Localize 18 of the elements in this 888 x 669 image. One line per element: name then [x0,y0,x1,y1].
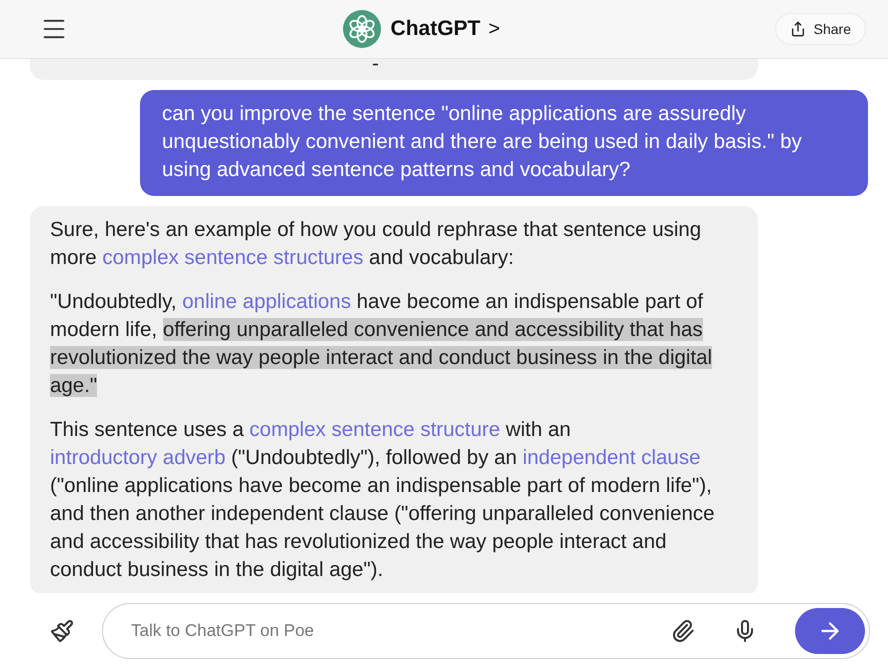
link[interactable]: online applications [182,290,351,313]
message-text: Sure, here's an example of how you could rephrase that sentence using more complex sentence structures and vocabulary: [50,217,702,271]
logo-icon [342,10,381,48]
send-button[interactable] [795,608,865,654]
broom-icon[interactable] [50,619,74,643]
paperclip-icon[interactable] [671,619,695,643]
link[interactable]: complex sentence structure [249,418,500,441]
link[interactable]: independent clause [522,446,700,469]
message-text: - [372,59,380,70]
share-icon [790,21,806,37]
message-text: This sentence uses a complex sentence structure with an introductory adverb ("Undoubtedly"), followed by an independent clause ("online applications have become an indispensable part of modern life"), and then another independent clause ("offering unparalleled convenience and accessibility that has revolutionized the way people interact and conduct business in the digital age"). [50,417,716,583]
link[interactable]: introductory adverb [50,446,226,469]
message-text: can you improve the sentence "online applications are assuredly unquestionably convenient and there are being used in daily basis." by using advanced sentence patterns and vocabulary? [162,101,803,183]
link[interactable]: complex sentence structures [102,246,364,269]
bot-title-button[interactable]: ChatGPT > [342,10,500,48]
message-input-field[interactable]: Talk to ChatGPT on Poe [129,620,663,642]
message-composer[interactable]: Talk to ChatGPT on Poe [102,603,870,659]
share-button[interactable]: Share [774,13,866,45]
